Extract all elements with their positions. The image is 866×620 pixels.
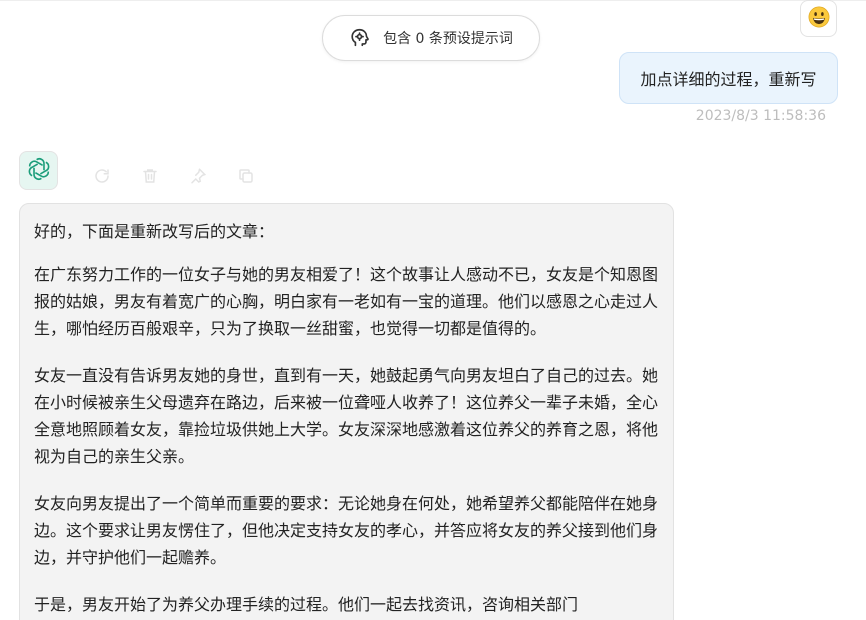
copy-icon[interactable] (236, 166, 256, 186)
bot-message-bubble: 好的，下面是重新改写后的文章： 在广东努力工作的一位女子与她的男友相爱了！这个故… (19, 203, 674, 620)
smiley-face-icon (808, 6, 830, 32)
user-message-text: 加点详细的过程，重新写 (640, 70, 817, 89)
chat-page: 包含 0 条预设提示词 加点详细的过程，重新写 2023/8/3 11:58:3… (0, 0, 866, 620)
delete-icon[interactable] (140, 166, 160, 186)
bot-message-paragraph: 在广东努力工作的一位女子与她的男友相爱了！这个故事让人感动不已，女友是个知恩图报… (34, 265, 659, 338)
preset-prompts-button[interactable]: 包含 0 条预设提示词 (322, 15, 540, 61)
bot-message-paragraph: 女友向男友提出了一个简单而重要的要求：无论她身在何处，她希望养父都能陪伴在她身边… (34, 494, 659, 567)
user-message-timestamp: 2023/8/3 11:58:36 (695, 108, 826, 124)
preset-prompts-label: 包含 0 条预设提示词 (383, 31, 513, 47)
bot-message-paragraph: 女友一直没有告诉男友她的身世，直到有一天，她鼓起勇气向男友坦白了自己的过去。她在… (34, 366, 659, 466)
top-divider (0, 0, 866, 1)
brain-head-icon (349, 27, 371, 49)
bot-avatar (19, 151, 58, 190)
openai-logo-icon (26, 156, 52, 186)
pin-icon[interactable] (188, 166, 208, 186)
bot-message-paragraph: 于是，男友开始了为养父办理手续的过程。他们一起去找资讯，咨询相关部门 (34, 595, 579, 614)
message-actions (92, 166, 256, 186)
user-message-bubble: 加点详细的过程，重新写 (619, 52, 838, 104)
bot-message-paragraph: 好的，下面是重新改写后的文章： (34, 222, 275, 241)
user-avatar (800, 0, 837, 37)
refresh-icon[interactable] (92, 166, 112, 186)
